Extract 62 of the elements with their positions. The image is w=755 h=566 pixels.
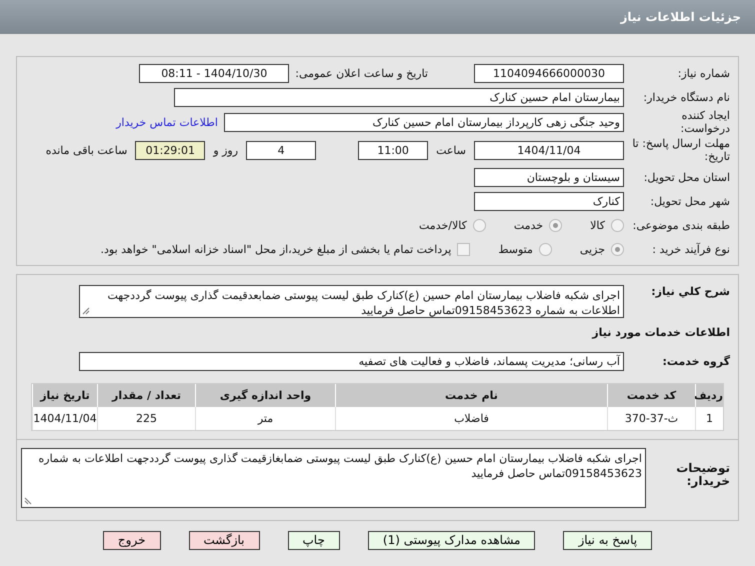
radio-label: کالا/خدمت <box>419 218 467 232</box>
table-cell: 225 <box>97 407 195 430</box>
field-label: شهر محل تحویل: <box>649 194 730 208</box>
column-header: ردیف <box>695 384 723 407</box>
resize-grip-icon <box>24 497 32 505</box>
field-label: ساعت <box>435 144 467 156</box>
province-field: سیستان و بلوچستان <box>474 168 624 186</box>
column-header: واحد اندازه گیری <box>195 384 335 407</box>
action-button[interactable]: مشاهده مدارک پیوستی (1) <box>368 531 536 550</box>
announce-date-field: 1404/10/30 - 08:11 <box>139 64 290 82</box>
table-cell: 1 <box>695 407 723 430</box>
radio-button[interactable] <box>611 242 624 256</box>
column-header: نام خدمت <box>335 384 607 407</box>
table-cell: 1404/11/04 <box>32 407 97 430</box>
checkbox[interactable] <box>457 242 470 256</box>
field-label: شماره نیاز: <box>676 66 730 80</box>
radio-button[interactable] <box>538 242 552 256</box>
action-button[interactable]: بازگشت <box>188 531 260 550</box>
field-label: نوع فرآیند خرید : <box>651 242 730 256</box>
service-group-field: آب رسانی؛ مدیریت پسماند، فاضلاب و فعالیت های تصفیه <box>79 352 624 370</box>
creator-field: وحید جنگی زهی کارپرداز بیمارستان امام حسین کنارک <box>224 112 624 132</box>
field-label: طبقه بندی موضوعی: <box>632 218 730 232</box>
column-header: کد خدمت <box>607 384 695 407</box>
resize-grip-icon <box>82 307 90 315</box>
field-label: تاریخ و ساعت اعلان عمومی: <box>295 66 428 80</box>
action-button[interactable]: چاپ <box>288 531 340 550</box>
field-label: ساعت باقی مانده <box>44 144 128 156</box>
action-button[interactable]: خروج <box>102 531 160 550</box>
radio-label: خدمت <box>514 218 544 232</box>
field-label: نام دستگاه خریدار: <box>642 90 730 104</box>
field-label: استان محل تحویل: <box>642 170 730 184</box>
field-label: مهلت ارسال پاسخ: تا تاریخ: <box>631 137 730 163</box>
buyer-contact-link[interactable]: اطلاعات تماس خریدار <box>116 116 218 128</box>
radio-button[interactable] <box>472 218 486 232</box>
checkbox-label: پرداخت تمام یا بخشی از مبلغ خرید،از محل "اسناد خزانه اسلامی" خواهد بود. <box>100 242 452 256</box>
city-field: کنارک <box>474 192 624 210</box>
table-cell: ث-37-370 <box>607 407 695 430</box>
radio-button[interactable] <box>549 218 562 232</box>
field-label: شرح کلي نیاز: <box>650 285 730 298</box>
table-cell: متر <box>195 407 335 430</box>
notes-textarea: اجرای شکبه فاضلاب بیمارستان امام حسین (ع)کنارک طبق لیست پیوستی ضمابغازقیمت گذاری پیوست گرددجهت اطلاعات به شماره 09158453623تماس حاصل فرمایید <box>21 448 646 508</box>
radio-button[interactable] <box>611 218 624 232</box>
field-label: توضیحات خریدار: <box>675 460 730 490</box>
table-cell: فاضلاب <box>335 407 607 430</box>
section-title: اطلاعات خدمات مورد نیاز <box>590 326 730 339</box>
column-header: تاریخ نیاز <box>32 384 97 407</box>
column-header: تعداد / مقدار <box>97 384 195 407</box>
radio-label: متوسط <box>498 242 533 256</box>
page-title: جزئیات اطلاعات نیاز <box>620 10 741 24</box>
deadline-time-field: 11:00 <box>358 140 428 160</box>
days-field: 4 <box>246 140 316 160</box>
radio-label: جزیی <box>580 242 605 256</box>
field-label: روز و <box>212 144 240 156</box>
description-textarea: اجرای شکبه فاضلاب بیمارستان امام حسین (ع)کنارک طبق لیست پیوستی ضمابعدقیمت گذاری پیوست گرددجهت اطلاعات به شماره 09158453623تماس حاصل فرمایید <box>79 285 624 318</box>
radio-label: کالا <box>590 218 605 232</box>
buyer-field: بیمارستان امام حسین کنارک <box>174 88 624 106</box>
deadline-date-field: 1404/11/04 <box>474 140 624 160</box>
field-label: گروه خدمت: <box>661 354 730 368</box>
field-label: ایجاد کننده درخواست: <box>680 109 730 135</box>
need-number-field: 1104094666000030 <box>474 64 624 82</box>
action-button[interactable]: پاسخ به نیاز <box>563 531 652 550</box>
remaining-time-field: 01:29:01 <box>135 140 206 160</box>
